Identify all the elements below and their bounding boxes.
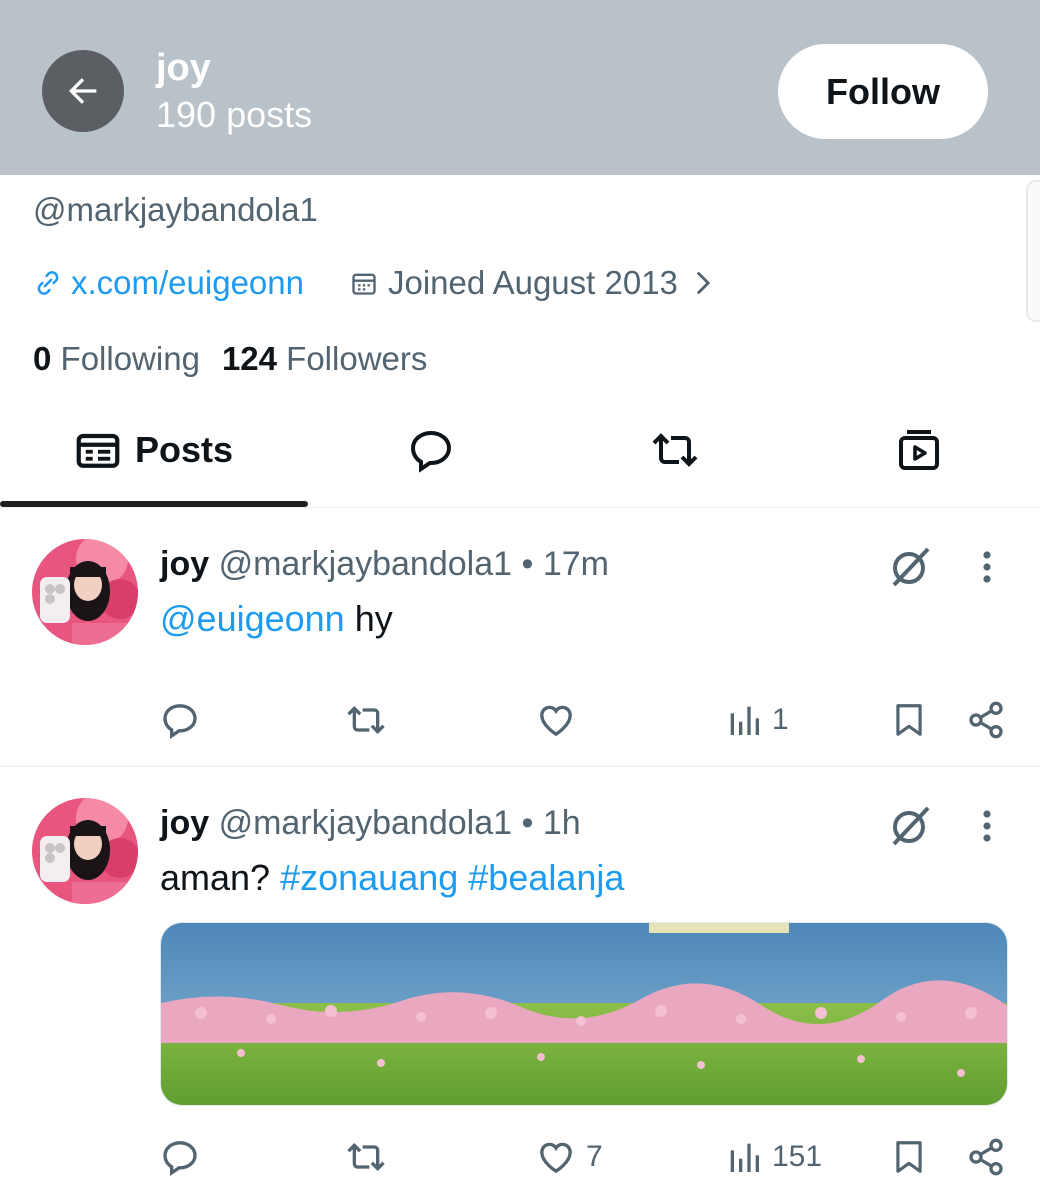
active-tab-indicator: [0, 501, 308, 507]
grok-icon[interactable]: [886, 543, 934, 591]
followers-count: 124: [221, 340, 277, 377]
analytics-icon: [730, 706, 759, 735]
hashtag-link[interactable]: #bealanja: [468, 857, 624, 898]
heart-icon: [540, 705, 572, 737]
bookmark-icon: [896, 1141, 922, 1173]
views-button[interactable]: 151: [726, 1132, 822, 1182]
link-icon: [37, 271, 59, 295]
follow-button[interactable]: Follow: [778, 44, 988, 139]
reply-button[interactable]: [160, 695, 210, 745]
back-button[interactable]: [42, 50, 124, 132]
follow-stats: 0 Following 124 Followers: [33, 338, 427, 380]
following-stat[interactable]: 0 Following: [33, 340, 200, 377]
website-link[interactable]: x.com/euigeonn: [33, 264, 304, 302]
mention-link[interactable]: @euigeonn: [160, 598, 345, 639]
views-count: 1: [772, 703, 789, 736]
post-text-content: aman?: [160, 857, 271, 898]
post-header: joy @markjaybandola1 • 17m: [160, 543, 609, 585]
media-icon: [899, 430, 939, 470]
tab-posts-label: Posts: [134, 429, 234, 470]
post-actions: 7 151: [160, 1132, 1010, 1182]
post-author-handle[interactable]: @markjaybandola1: [219, 804, 512, 842]
followers-label: Followers: [286, 340, 428, 377]
profile-tabs: Posts: [0, 400, 1040, 508]
share-icon: [969, 1138, 1003, 1176]
tab-reposts[interactable]: [634, 400, 716, 500]
reply-bubble-icon: [410, 430, 452, 473]
share-button[interactable]: [966, 1132, 1006, 1182]
calendar-icon: [352, 273, 376, 295]
header-display-name: joy: [156, 47, 211, 89]
post-author-name[interactable]: joy: [160, 545, 209, 583]
avatar[interactable]: [32, 539, 138, 645]
post-header: joy @markjaybandola1 • 1h: [160, 802, 581, 844]
like-button[interactable]: 7: [536, 1132, 603, 1182]
share-icon: [969, 701, 1003, 739]
post-item[interactable]: joy @markjaybandola1 • 17m @euigeonn hy: [0, 509, 1040, 767]
joined-label: Joined August 2013: [387, 264, 678, 301]
like-button[interactable]: [536, 695, 586, 745]
heart-icon: [540, 1142, 572, 1174]
reply-icon: [163, 1141, 197, 1176]
views-button[interactable]: 1: [726, 695, 789, 745]
post-separator: •: [521, 804, 534, 842]
reply-icon: [163, 704, 197, 739]
share-button[interactable]: [966, 695, 1006, 745]
repost-icon: [347, 705, 385, 735]
more-options-icon[interactable]: [970, 543, 1004, 591]
reply-button[interactable]: [160, 1132, 210, 1182]
repost-button[interactable]: [344, 695, 398, 745]
header-post-count: 190 posts: [156, 94, 313, 135]
profile-handle: @markjaybandola1: [33, 191, 318, 228]
tab-posts[interactable]: Posts: [0, 400, 308, 500]
repost-icon: [347, 1142, 385, 1172]
post-author-name[interactable]: joy: [160, 804, 209, 842]
joined-date[interactable]: Joined August 2013: [350, 264, 714, 302]
avatar[interactable]: [32, 798, 138, 904]
post-image[interactable]: [160, 922, 1008, 1106]
followers-stat[interactable]: 124 Followers: [222, 340, 427, 377]
views-count: 151: [772, 1140, 823, 1173]
bookmark-button[interactable]: [890, 1132, 928, 1182]
like-count: 7: [586, 1140, 603, 1173]
more-options-icon[interactable]: [970, 802, 1004, 850]
hashtag-link[interactable]: #zonauang: [280, 857, 458, 898]
post-author-handle[interactable]: @markjaybandola1: [219, 545, 512, 583]
post-item[interactable]: joy @markjaybandola1 • 1h aman? #zonauan…: [0, 768, 1040, 1200]
scroll-handle[interactable]: [1026, 180, 1040, 322]
bookmark-button[interactable]: [890, 695, 928, 745]
bookmark-icon: [896, 704, 922, 736]
tab-media[interactable]: [878, 400, 960, 500]
tab-replies[interactable]: [390, 400, 472, 500]
post-text: @euigeonn hy: [160, 597, 393, 641]
post-timestamp[interactable]: 1h: [543, 804, 581, 842]
following-count: 0: [33, 340, 52, 377]
following-label: Following: [60, 340, 200, 377]
analytics-icon: [730, 1143, 759, 1172]
chevron-right-icon: [696, 271, 711, 295]
repost-button[interactable]: [344, 1132, 398, 1182]
post-actions: 1: [160, 695, 1010, 745]
profile-header: joy 190 posts Follow: [0, 0, 1040, 175]
post-timestamp[interactable]: 17m: [543, 545, 609, 583]
profile-meta-row: x.com/euigeonn Joined August 2013: [33, 262, 714, 304]
post-text: aman? #zonauang #bealanja: [160, 856, 624, 900]
website-label: x.com/euigeonn: [71, 264, 304, 301]
arrow-left-icon: [69, 78, 97, 104]
posts-icon: [76, 433, 120, 468]
repost-icon: [652, 433, 698, 467]
grok-icon[interactable]: [886, 802, 934, 850]
post-text-content: hy: [354, 598, 393, 639]
post-separator: •: [521, 545, 534, 583]
